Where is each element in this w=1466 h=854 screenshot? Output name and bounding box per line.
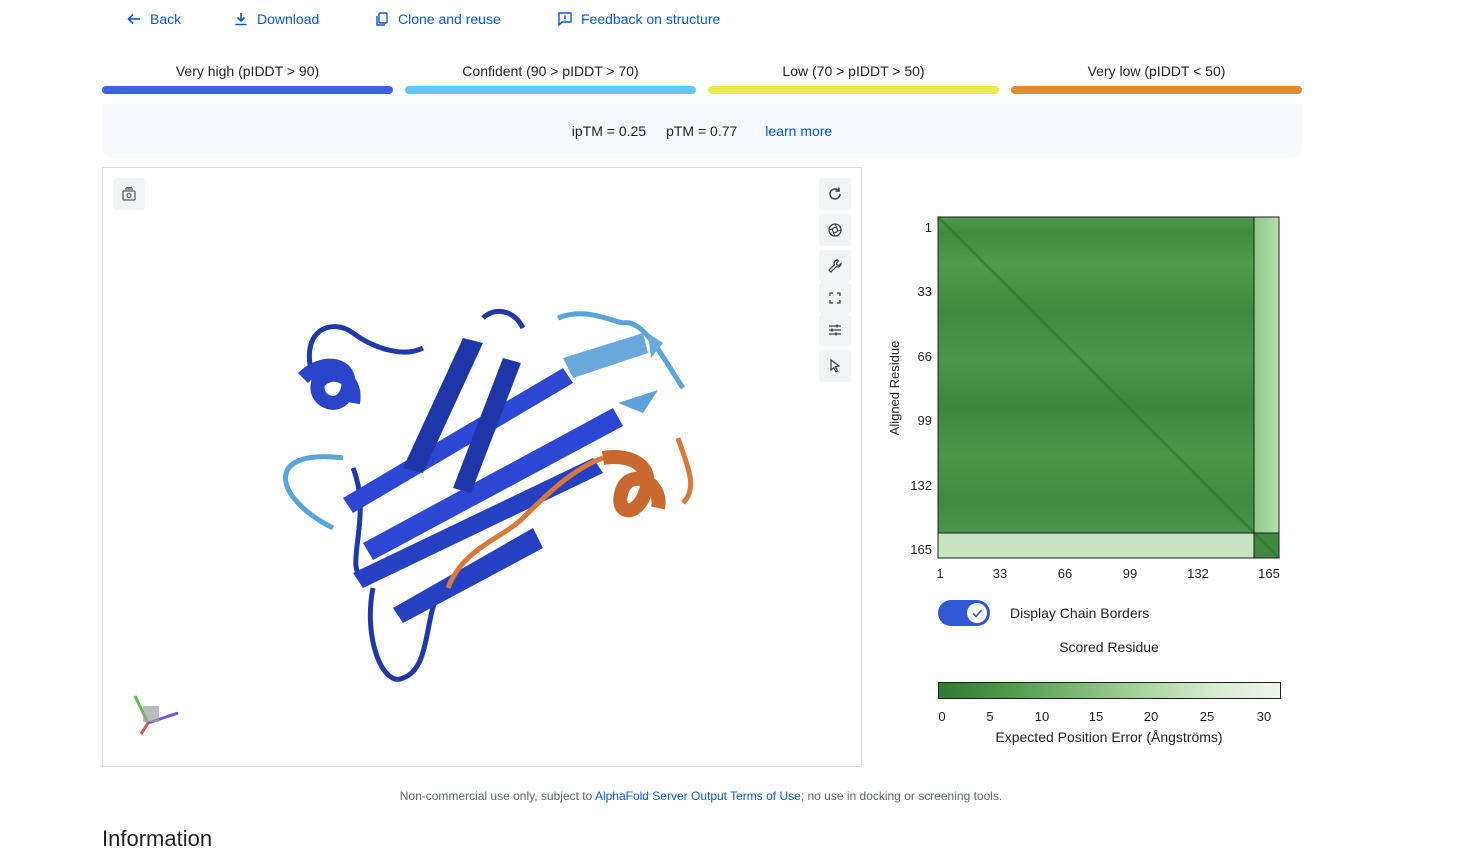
- colorbar-tick: 25: [1199, 709, 1215, 724]
- colorbar-tick: 0: [938, 709, 946, 724]
- back-label: Back: [150, 11, 182, 27]
- top-toolbar: Back Download Clone and reuse Feedback o…: [0, 0, 1466, 42]
- ptm-value: pTM = 0.77: [666, 123, 738, 139]
- legend-color-bar: [405, 86, 696, 94]
- legend-label: Confident (90 > pIDDT > 70): [462, 63, 639, 79]
- feedback-label: Feedback on structure: [581, 11, 721, 27]
- structure-viewer[interactable]: [102, 167, 862, 767]
- y-axis-label: Aligned Residue: [887, 341, 902, 436]
- toggle-knob: [967, 603, 987, 623]
- legend-color-bar: [708, 86, 999, 94]
- iptm-value: ipTM = 0.25: [571, 123, 647, 139]
- clone-reuse-button[interactable]: Clone and reuse: [374, 11, 501, 27]
- protein-structure-render: [133, 308, 694, 735]
- legend-label: Low (70 > pIDDT > 50): [782, 63, 925, 79]
- legend-label: Very low (pIDDT < 50): [1087, 63, 1226, 79]
- colorbar-tick: 5: [986, 709, 994, 724]
- y-tick: 99: [918, 413, 932, 428]
- pae-right-strip: [1254, 217, 1279, 533]
- x-tick: 33: [993, 566, 1007, 581]
- colorbar-ticks: 0 5 10 15 20 25 30: [930, 709, 1290, 727]
- legend-very-low: Very low (pIDDT < 50): [1011, 62, 1302, 94]
- colorbar-tick: 10: [1034, 709, 1050, 724]
- x-tick: 99: [1123, 566, 1137, 581]
- feedback-button[interactable]: Feedback on structure: [557, 11, 720, 27]
- learn-more-link[interactable]: learn more: [765, 123, 832, 139]
- download-button[interactable]: Download: [233, 11, 319, 27]
- y-tick: 165: [910, 542, 932, 557]
- terms-notice: Non-commercial use only, subject to Alph…: [0, 789, 1402, 803]
- y-tick: 66: [918, 349, 932, 364]
- legend-color-bar: [1011, 86, 1302, 94]
- copy-icon: [376, 12, 388, 26]
- terms-prefix: Non-commercial use only, subject to: [399, 789, 595, 803]
- pae-bottom-strip: [938, 533, 1254, 558]
- feedback-icon: [558, 12, 572, 27]
- chain-borders-label: Display Chain Borders: [1010, 605, 1150, 621]
- legend-color-bar: [102, 86, 393, 94]
- chain-borders-toggle[interactable]: [938, 600, 990, 626]
- download-icon: [235, 13, 247, 26]
- back-button[interactable]: Back: [126, 11, 181, 27]
- y-tick: 33: [918, 284, 932, 299]
- legend-confident: Confident (90 > pIDDT > 70): [405, 62, 696, 94]
- check-icon: [972, 609, 983, 618]
- legend-very-high: Very high (pIDDT > 90): [102, 62, 393, 94]
- colorbar-tick: 30: [1256, 709, 1272, 724]
- terms-suffix: ; no use in docking or screening tools.: [800, 789, 1003, 803]
- terms-link[interactable]: AlphaFold Server Output Terms of Use: [595, 789, 801, 803]
- colorbar-label: Expected Position Error (Ångströms): [995, 729, 1223, 745]
- arrow-left-icon: [127, 13, 140, 25]
- download-label: Download: [257, 11, 320, 27]
- y-tick: 132: [910, 478, 932, 493]
- clone-label: Clone and reuse: [398, 11, 501, 27]
- x-tick: 165: [1258, 566, 1280, 581]
- pae-plot: Aligned Residue 1 33 66 99 132 165 1 33 …: [880, 200, 1320, 760]
- x-tick: 132: [1187, 566, 1209, 581]
- y-tick: 1: [925, 220, 932, 235]
- colorbar-tick: 20: [1143, 709, 1159, 724]
- legend-low: Low (70 > pIDDT > 50): [708, 62, 999, 94]
- pae-heatmap-svg: Aligned Residue 1 33 66 99 132 165 1 33 …: [887, 215, 1281, 581]
- confidence-metrics: ipTM = 0.25 pTM = 0.77 learn more: [102, 104, 1302, 158]
- x-tick: 66: [1058, 566, 1072, 581]
- pae-colorbar: [938, 682, 1281, 699]
- x-axis-label: Scored Residue: [1059, 639, 1159, 655]
- legend-label: Very high (pIDDT > 90): [175, 63, 320, 79]
- x-tick: 1: [936, 566, 943, 581]
- information-heading: Information: [102, 826, 213, 851]
- colorbar-tick: 15: [1088, 709, 1104, 724]
